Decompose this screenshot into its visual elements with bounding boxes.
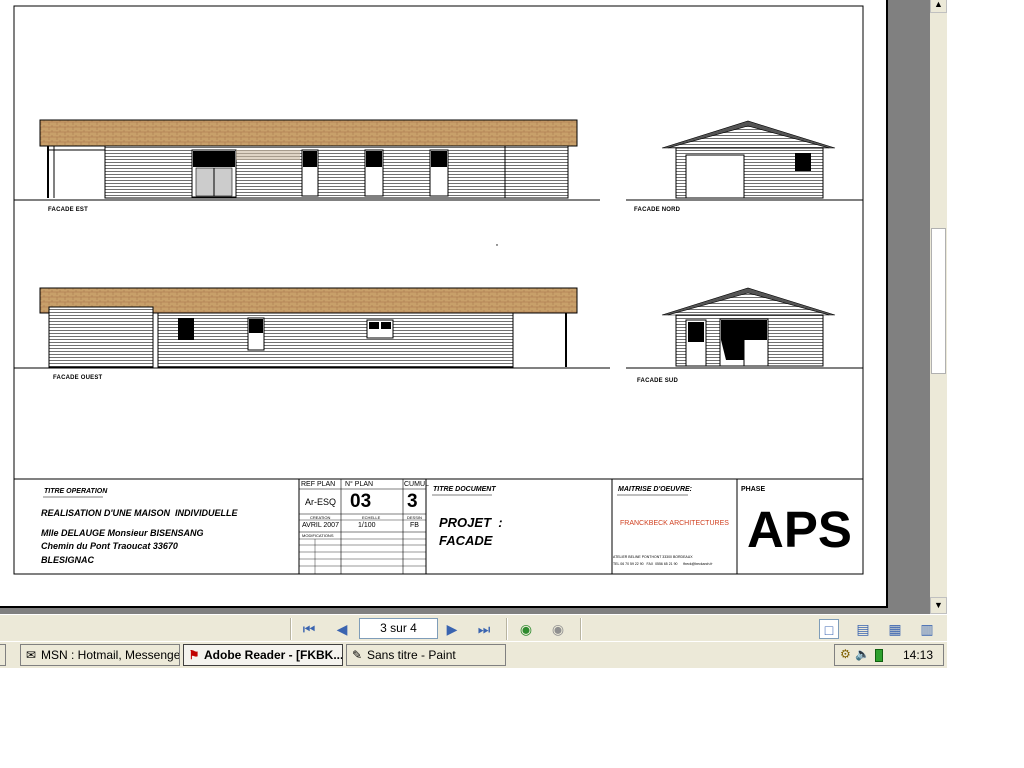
dessin-label: DESSIN	[407, 515, 422, 520]
single-page-icon[interactable]: □	[819, 619, 839, 639]
previous-page-icon[interactable]: ◀	[332, 619, 352, 639]
creation-label: CREATION	[310, 515, 331, 520]
client-city: BLESIGNAC	[41, 555, 95, 565]
network-icon[interactable]	[875, 649, 883, 662]
taskbar-item-adobe-reader[interactable]: ⚑ Adobe Reader - [FKBK...	[183, 644, 343, 666]
go-back-icon[interactable]: ◉	[516, 619, 536, 639]
continuous-page-icon[interactable]: ▤	[853, 619, 873, 639]
creation-date: AVRIL 2007	[302, 522, 339, 529]
system-tray: ⚙ 🔈 14:13	[834, 644, 944, 666]
ref-plan-value: Ar-ESQ	[305, 497, 337, 507]
taskbar-item-label: Adobe Reader - [FKBK...	[204, 648, 343, 662]
facade-sud-drawing	[626, 287, 863, 369]
volume-icon[interactable]: 🔈	[855, 647, 870, 661]
facade-nord-label: FACADE NORD	[634, 207, 681, 213]
go-forward-icon[interactable]: ◉	[548, 619, 568, 639]
document-page: FACADE EST FACADE NORD FACADE OUEST FACA…	[0, 0, 888, 608]
facade-title: FACADE	[439, 533, 493, 548]
taskbar-item-paint[interactable]: ✎ Sans titre - Paint	[346, 644, 506, 666]
msn-icon: ✉	[25, 648, 37, 662]
toolbar-separator	[290, 618, 292, 640]
usb-icon[interactable]: ⚙	[840, 647, 851, 661]
maitrise-label: MAITRISE D'OEUVRE:	[618, 486, 693, 493]
cumul-value: 3	[407, 491, 418, 512]
continuous-facing-icon[interactable]: ▥	[917, 619, 937, 639]
n-plan-value: 03	[350, 491, 372, 512]
architect-name: FRANCKBECK ARCHITECTURES	[620, 520, 729, 527]
next-page-icon[interactable]: ▶	[442, 619, 462, 639]
facade-nord-drawing	[626, 120, 863, 201]
taskbar-item-msn[interactable]	[0, 644, 6, 666]
taskbar-item-label: MSN : Hotmail, Messenge...	[41, 648, 180, 662]
last-page-icon[interactable]: ⏭	[474, 619, 494, 639]
client-address: Chemin du Pont Traoucat 33670	[41, 541, 178, 551]
facade-est-label: FACADE EST	[48, 207, 89, 213]
ref-plan-label: REF PLAN	[301, 481, 336, 488]
client-name: Mlle DELAUGE Monsieur BISENSANG	[41, 528, 204, 538]
modifications-label: MODIFICATIONS	[302, 533, 334, 538]
paint-icon: ✎	[351, 648, 363, 662]
vertical-scrollbar[interactable]: ▲ ▼	[930, 0, 947, 614]
facade-ouest-label: FACADE OUEST	[53, 375, 103, 381]
adobe-reader-icon: ⚑	[188, 648, 200, 662]
taskbar-item-msn[interactable]: ✉ MSN : Hotmail, Messenge...	[20, 644, 180, 666]
projet-label: PROJET :	[439, 515, 503, 530]
clock: 14:13	[902, 648, 933, 662]
taskbar: ✉ MSN : Hotmail, Messenge... ⚑ Adobe Rea…	[0, 641, 947, 668]
first-page-icon[interactable]: ⏮	[299, 619, 319, 639]
facing-pages-icon[interactable]: ▦	[885, 619, 905, 639]
operation-title: REALISATION D'UNE MAISON INDIVIDUELLE	[41, 508, 238, 518]
titre-document-label: TITRE DOCUMENT	[433, 486, 496, 493]
echelle-label: ECHELLE	[362, 515, 381, 520]
toolbar-separator	[506, 618, 508, 640]
echelle-value: 1/100	[358, 522, 376, 529]
taskbar-item-label: Sans titre - Paint	[367, 648, 456, 662]
scrollbar-thumb[interactable]	[931, 228, 946, 374]
page-number-input[interactable]: 3 sur 4	[359, 618, 438, 639]
facade-est-drawing	[14, 119, 600, 201]
cumul-label: CUMUL	[404, 481, 429, 488]
facade-sud-label: FACADE SUD	[637, 378, 679, 384]
toolbar-separator	[580, 618, 582, 640]
titre-operation-label: TITRE OPERATION	[44, 488, 108, 495]
atelier-address: ATELIER BELINE PONTHONT 33300 BORDEAUX	[613, 555, 693, 559]
dessin-value: FB	[410, 522, 419, 529]
scroll-up-icon[interactable]: ▲	[930, 0, 947, 13]
phase-value: APS	[747, 501, 852, 558]
atelier-contact: TEL 06 70 59 22 90 FAX 0556 65 21 90 fbe…	[613, 562, 713, 566]
scroll-down-icon[interactable]: ▼	[930, 597, 947, 614]
screen: FACADE EST FACADE NORD FACADE OUEST FACA…	[0, 0, 947, 668]
phase-label: PHASE	[741, 486, 766, 493]
page-navigation-toolbar: ⏮ ◀ 3 sur 4 ▶ ⏭ ◉ ◉ □ ▤ ▦ ▥	[0, 614, 947, 642]
facade-ouest-drawing	[14, 287, 610, 369]
n-plan-label: N° PLAN	[345, 481, 374, 488]
